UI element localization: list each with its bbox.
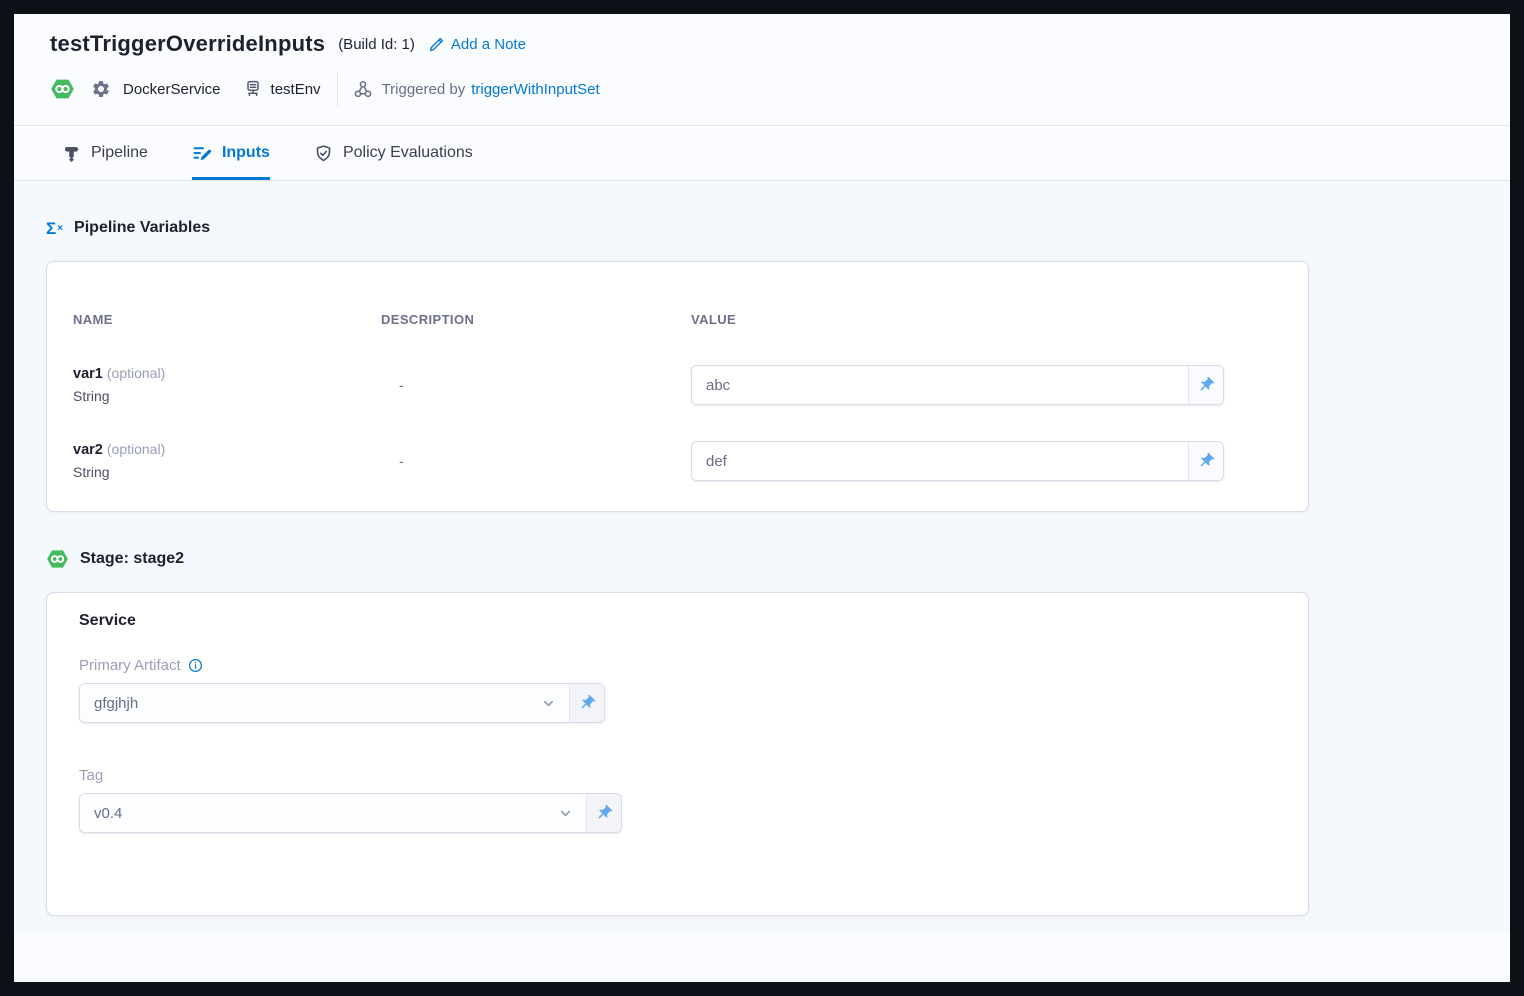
service-card: Service Primary Artifact gfgjhjh [46,592,1309,916]
variables-table-header: NAME DESCRIPTION VALUE [73,312,1224,327]
footer-strip [14,933,1510,982]
tab-policy-evaluations[interactable]: Policy Evaluations [314,126,473,180]
chevron-down-icon [541,696,556,711]
var1-value-input[interactable] [692,366,1188,404]
shield-check-icon [314,144,333,163]
gear-icon [91,79,111,99]
build-meta-row: DockerService testEnv [50,72,1474,106]
header-divider [337,72,338,106]
column-value: VALUE [691,312,1224,327]
stage-heading: Stage: stage2 [46,548,1478,570]
tag-select[interactable]: v0.4 [80,794,586,832]
sigma-icon: Σ× [46,220,63,237]
tag-group: v0.4 [79,793,622,833]
trigger-link[interactable]: triggerWithInputSet [471,81,599,98]
tab-inputs[interactable]: Inputs [192,126,270,180]
variable-value-cell [691,365,1224,405]
title-row: testTriggerOverrideInputs (Build Id: 1) … [50,14,1474,57]
primary-artifact-label: Primary Artifact [79,657,181,674]
var2-pin-button[interactable] [1188,442,1223,480]
info-icon[interactable] [188,658,203,673]
page-title: testTriggerOverrideInputs [50,31,325,57]
primary-artifact-label-row: Primary Artifact [79,657,1276,674]
variable-row-var1: var1 (optional) String - [73,365,1224,405]
primary-artifact-value: gfgjhjh [94,695,138,712]
variable-description: - [381,441,691,481]
variable-name-cell: var2 (optional) String [73,441,381,481]
tag-label-row: Tag [79,767,1276,784]
primary-artifact-group: gfgjhjh [79,683,605,723]
tab-bar: Pipeline Inputs Policy Evaluations [14,125,1510,181]
inputs-panel: Σ× Pipeline Variables NAME DESCRIPTION V… [14,217,1510,916]
build-id-label: (Build Id: 1) [338,36,415,53]
pipeline-variables-heading: Σ× Pipeline Variables [46,217,1478,239]
pin-icon [1197,452,1215,470]
variable-name: var2 [73,442,103,458]
variable-optional-label: (optional) [107,365,165,381]
variable-value-cell [691,441,1224,481]
pin-icon [595,804,613,822]
service-name: DockerService [123,81,221,98]
trigger-icon [352,78,374,100]
pipeline-icon [62,144,81,163]
service-section-title: Service [79,612,1276,630]
variable-optional-label: (optional) [107,441,165,457]
tag-pin-button[interactable] [586,794,621,832]
var1-input-group [691,365,1224,405]
pin-icon [578,694,596,712]
variable-name: var1 [73,366,103,382]
var1-pin-button[interactable] [1188,366,1223,404]
var2-input-group [691,441,1224,481]
variable-row-var2: var2 (optional) String - [73,441,1224,481]
tag-value: v0.4 [94,805,122,822]
variable-name-cell: var1 (optional) String [73,365,381,405]
environment-name: testEnv [271,81,321,98]
stage-title: Stage: stage2 [80,548,184,570]
variable-description: - [381,365,691,405]
variable-type: String [73,464,381,480]
tab-inputs-label: Inputs [222,144,270,162]
tab-pipeline[interactable]: Pipeline [62,126,148,180]
add-note-label: Add a Note [451,36,526,53]
pencil-icon [428,36,445,53]
add-note-button[interactable]: Add a Note [428,36,526,53]
cd-stage-icon [46,548,69,570]
inputs-icon [192,143,212,163]
column-description: DESCRIPTION [381,312,691,327]
pipeline-variables-card: NAME DESCRIPTION VALUE var1 (optional) S… [46,261,1309,512]
variable-type: String [73,388,381,404]
primary-artifact-select[interactable]: gfgjhjh [80,684,569,722]
pipeline-variables-title: Pipeline Variables [74,217,210,239]
cd-module-icon [50,77,75,101]
triggered-by-label: Triggered by [382,81,466,98]
var2-value-input[interactable] [692,442,1188,480]
build-header: testTriggerOverrideInputs (Build Id: 1) … [14,14,1510,125]
column-name: NAME [73,312,381,327]
environment-icon [243,79,263,99]
tab-policy-evaluations-label: Policy Evaluations [343,144,473,162]
tag-label: Tag [79,767,103,784]
app-window: testTriggerOverrideInputs (Build Id: 1) … [14,14,1510,982]
pin-icon [1197,376,1215,394]
chevron-down-icon [558,806,573,821]
tab-pipeline-label: Pipeline [91,144,148,162]
primary-artifact-pin-button[interactable] [569,684,604,722]
